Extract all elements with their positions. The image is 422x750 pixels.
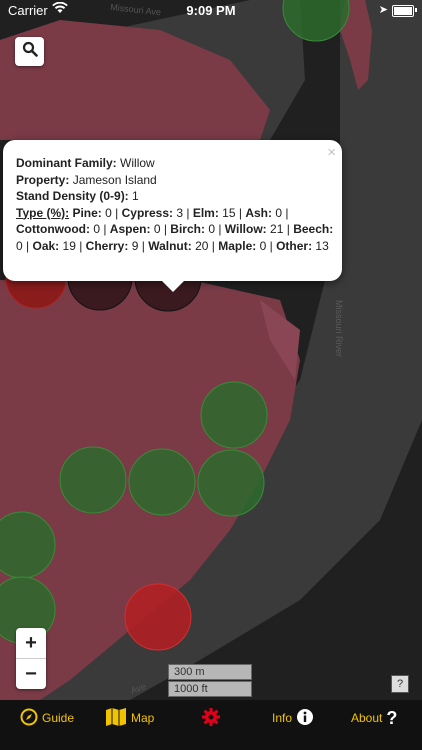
- help-button[interactable]: ?: [391, 675, 409, 693]
- info-icon: [296, 708, 314, 729]
- battery-icon: [392, 5, 414, 17]
- gear-icon: [201, 707, 221, 730]
- property-row: Property: Jameson Island: [16, 172, 157, 187]
- tab-map[interactable]: Map: [105, 706, 154, 730]
- zoom-out-button[interactable]: −: [16, 659, 46, 689]
- scale-imperial: 1000 ft: [168, 681, 252, 697]
- tab-info-label: Info: [272, 711, 293, 725]
- tab-about-label: About: [351, 711, 383, 725]
- tab-guide-label: Guide: [42, 711, 75, 725]
- density-row: Stand Density (0-9): 1: [16, 189, 139, 203]
- location-arrow-icon: ➤: [378, 4, 388, 16]
- popup-content: Dominant Family: Willow Property: Jameso…: [16, 155, 334, 254]
- stand-circle-green: [200, 381, 268, 449]
- dominant-family-row: Dominant Family: Willow: [16, 156, 155, 170]
- question-icon: ?: [386, 707, 398, 728]
- zoom-control: + −: [16, 628, 46, 689]
- status-bar: Carrier 9:09 PM ➤: [0, 0, 422, 22]
- map-view[interactable]: Missouri Ave Missouri River Ave: [0, 0, 422, 700]
- stand-circle-red: [124, 583, 192, 651]
- tab-map-label: Map: [131, 711, 155, 725]
- clock: 9:09 PM: [186, 3, 236, 18]
- tab-guide[interactable]: Guide: [20, 706, 74, 730]
- zoom-in-button[interactable]: +: [16, 628, 46, 658]
- tab-info[interactable]: Info: [272, 706, 314, 730]
- tab-about[interactable]: About ?: [351, 706, 397, 730]
- tab-settings[interactable]: [201, 706, 225, 730]
- map-icon: [105, 707, 127, 730]
- stand-circle-green: [197, 449, 265, 517]
- scale-metric: 300 m: [168, 664, 252, 680]
- popup-pointer: [162, 281, 184, 292]
- search-icon: [22, 41, 38, 62]
- stand-circle-green: [128, 448, 196, 516]
- compass-icon: [20, 708, 38, 729]
- map-canvas[interactable]: Missouri Ave Missouri River Ave: [0, 0, 422, 700]
- stand-info-popup: × Dominant Family: Willow Property: Jame…: [3, 140, 342, 292]
- stand-circle-green: [59, 446, 127, 514]
- river-label: Missouri River: [334, 300, 344, 357]
- search-button[interactable]: [15, 37, 44, 66]
- type-breakdown: Type (%): Pine: 0 | Cypress: 3 | Elm: 15…: [16, 205, 334, 253]
- tab-bar: Guide Map Info About ?: [0, 700, 422, 750]
- battery-tip: [415, 8, 417, 12]
